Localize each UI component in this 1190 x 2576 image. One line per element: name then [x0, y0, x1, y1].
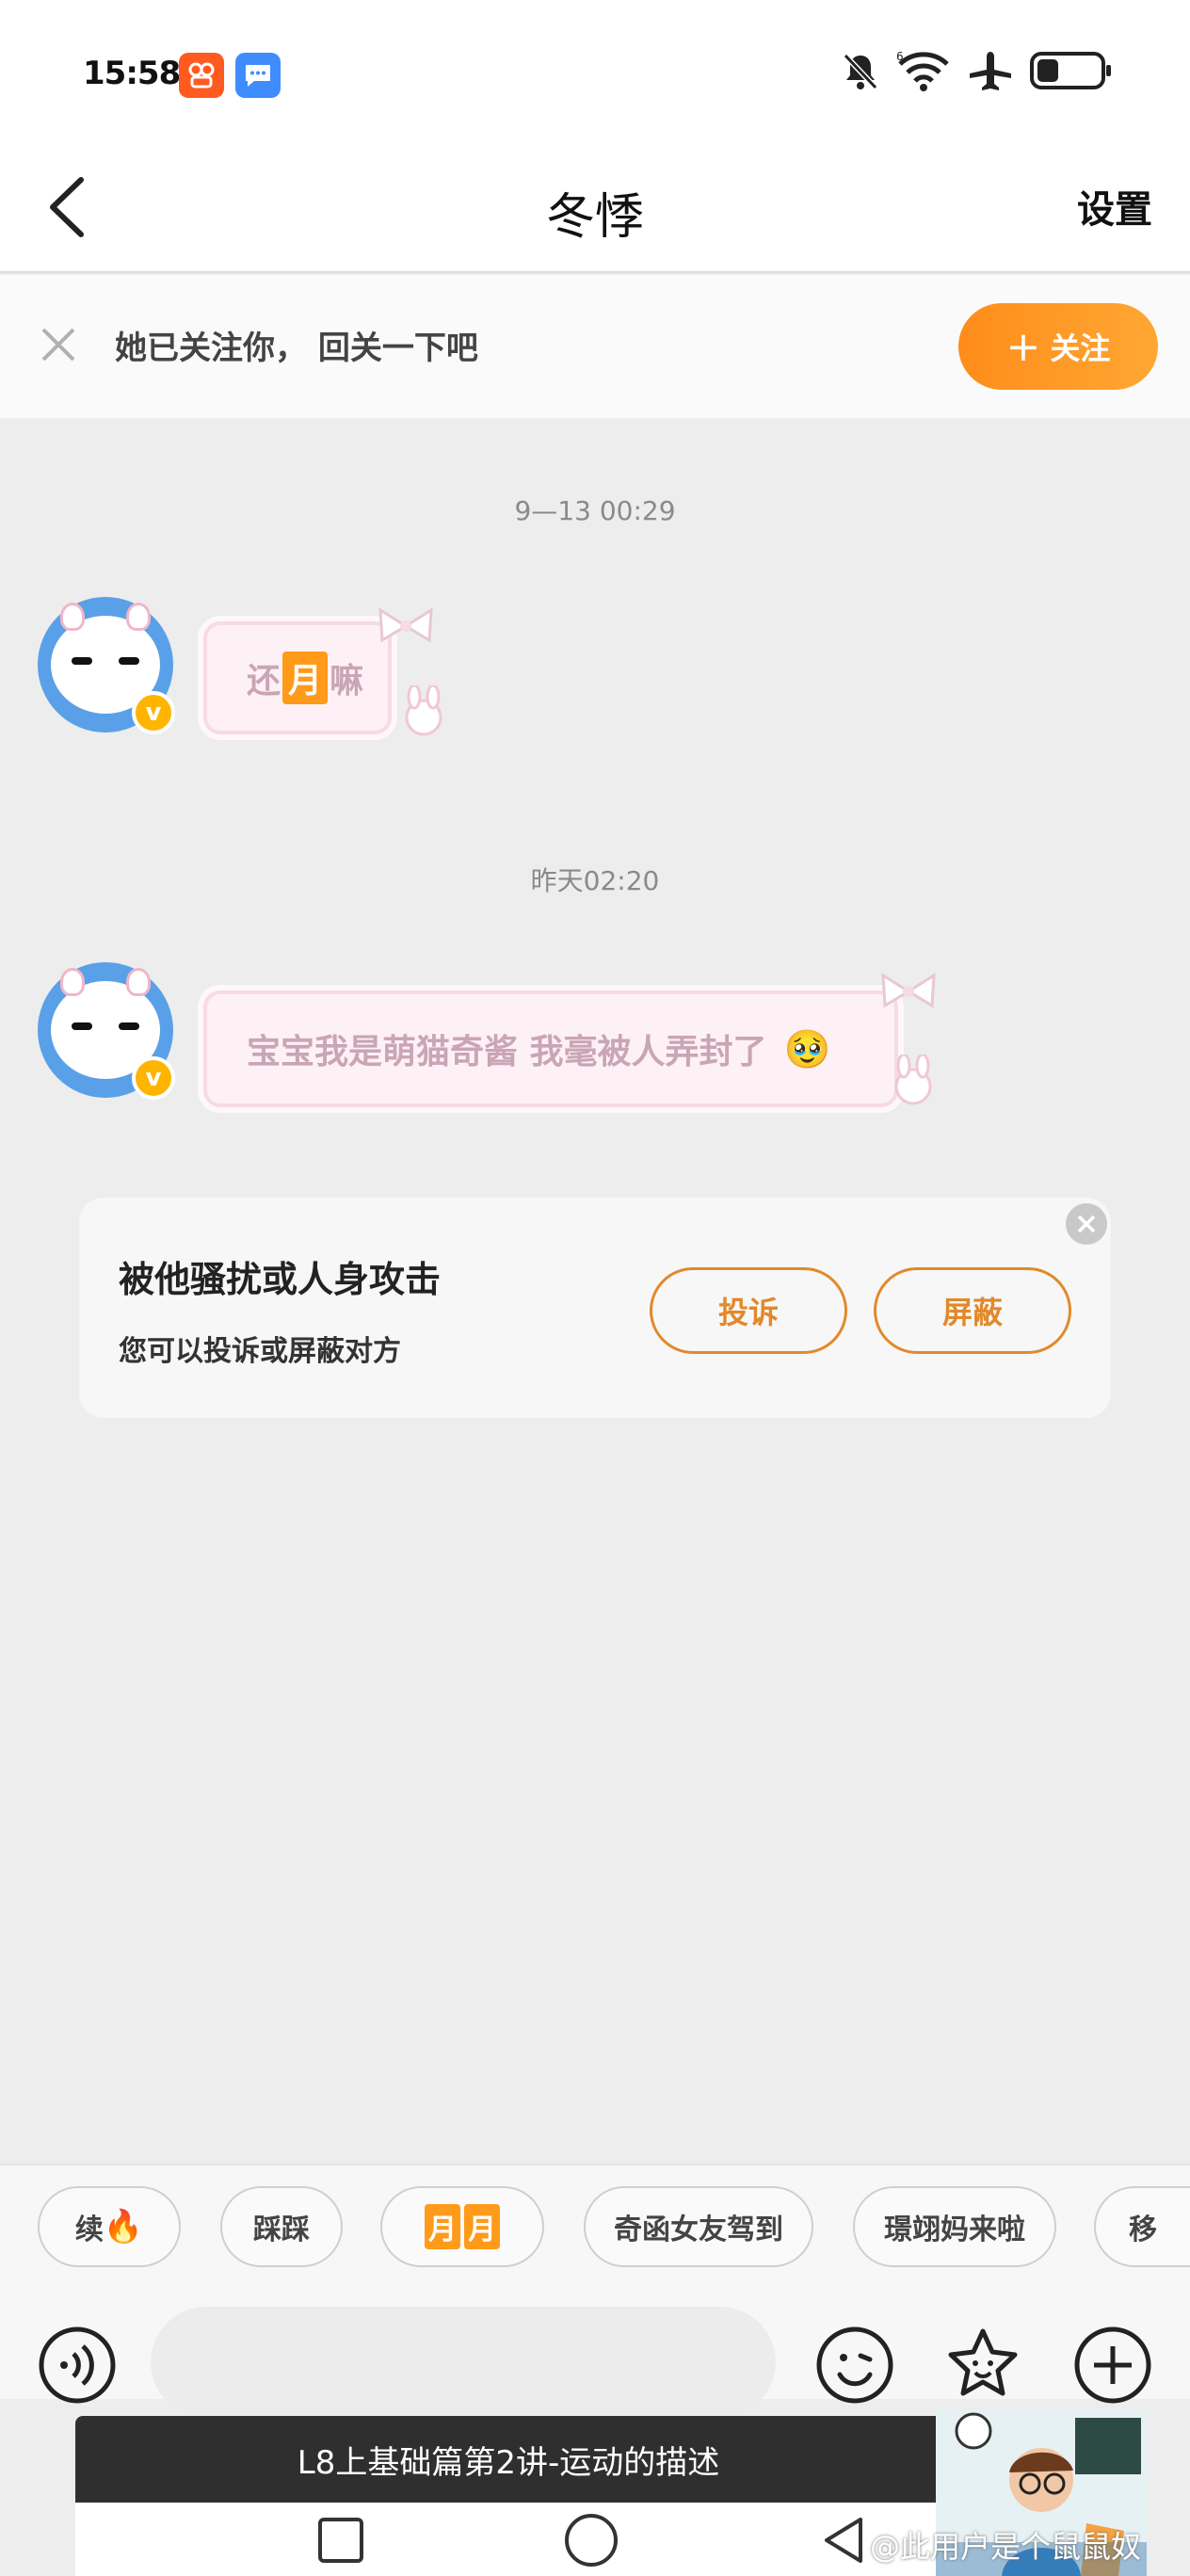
page-title: 冬悸 [545, 189, 644, 246]
battery-icon [1030, 52, 1111, 89]
avatar[interactable]: v [38, 597, 175, 734]
kuaishou-app-icon [179, 53, 224, 98]
report-card-subtitle: 您可以投诉或屏蔽对方 [119, 1335, 401, 1368]
system-navigation-bar [75, 2503, 941, 2576]
message-timestamp: 昨天02:20 [530, 865, 660, 896]
message-input-bar [0, 2286, 1190, 2418]
mute-bell-icon [843, 53, 878, 90]
status-icons: 6 [840, 49, 1111, 92]
recent-apps-button[interactable] [316, 2516, 365, 2565]
wifi-icon: 6 [896, 50, 949, 91]
svg-text:6: 6 [896, 50, 904, 63]
message-bubble[interactable]: 宝宝我是萌猫奇酱 我毫被人弄封了 🥹 [203, 990, 898, 1107]
quick-reply-chip[interactable]: 续 🔥 [38, 2186, 181, 2267]
follow-button-label: 关注 [1050, 330, 1111, 366]
highlight-text: 月 [282, 652, 329, 704]
plus-icon: + [1005, 322, 1041, 371]
harassment-report-card: 被他骚扰或人身攻击 您可以投诉或屏蔽对方 投诉 屏蔽 [79, 1198, 1111, 1418]
quick-reply-chip[interactable]: 璟翊妈来啦 [853, 2186, 1056, 2267]
follow-button[interactable]: + 关注 [958, 303, 1158, 390]
quick-reply-chip[interactable]: 月月 [380, 2186, 544, 2267]
follow-suggestion-bar: 她已关注你， 回关一下吧 + 关注 [0, 275, 1190, 418]
message-bubble[interactable]: 还月嘛 [203, 621, 392, 734]
pleading-face-emoji: 🥹 [783, 1027, 831, 1071]
verified-badge: v [132, 691, 175, 734]
close-icon [1077, 1215, 1096, 1233]
back-nav-button[interactable] [817, 2514, 870, 2567]
quick-reply-chip[interactable]: 踩踩 [220, 2186, 343, 2267]
smiley-icon [816, 2326, 893, 2404]
settings-button[interactable]: 设置 [1077, 179, 1152, 233]
message-text: 宝宝我是萌猫奇酱 我毫被人弄封了 [247, 1033, 767, 1071]
message-input[interactable] [151, 2307, 776, 2418]
emoji-button[interactable] [815, 2326, 894, 2405]
bunny-sticker-icon [894, 1055, 932, 1105]
airplane-icon [970, 52, 1011, 90]
bunny-sticker-icon [405, 685, 442, 736]
close-report-card-button[interactable] [1066, 1203, 1107, 1245]
sticker-button[interactable] [943, 2326, 1022, 2405]
fire-emoji: 🔥 [103, 2208, 144, 2246]
home-button[interactable] [563, 2512, 619, 2568]
star-face-icon [948, 2328, 1018, 2396]
report-card-title: 被他骚扰或人身攻击 [119, 1259, 442, 1300]
follow-back-message: 她已关注你， 回关一下吧 [115, 330, 478, 367]
close-icon [41, 328, 75, 362]
complain-button[interactable]: 投诉 [650, 1267, 847, 1354]
verified-badge: v [132, 1056, 175, 1100]
watermark: @此用户是个鼠鼠奴 [870, 2529, 1142, 2565]
add-more-button[interactable] [1073, 2326, 1152, 2405]
quick-reply-bar: 续 🔥 踩踩 月月 奇函女友驾到 璟翊妈来啦 移 [0, 2164, 1190, 2286]
bow-decoration-icon [378, 607, 433, 643]
message-timestamp: 9—13 00:29 [514, 495, 676, 526]
close-follow-bar-button[interactable] [36, 322, 81, 367]
status-bar: 15:58 6 [0, 0, 1190, 141]
voice-icon [39, 2326, 116, 2404]
avatar[interactable]: v [38, 962, 175, 1100]
plus-circle-icon [1074, 2326, 1151, 2404]
status-time: 15:58 [83, 55, 181, 92]
message-app-icon [235, 53, 281, 98]
chat-header: 冬悸 设置 [0, 141, 1190, 273]
quick-reply-chip[interactable]: 奇函女友驾到 [584, 2186, 813, 2267]
bow-decoration-icon [881, 973, 936, 1008]
block-button[interactable]: 屏蔽 [874, 1267, 1071, 1354]
quick-reply-chip[interactable]: 移 [1094, 2186, 1190, 2267]
voice-button[interactable] [38, 2326, 117, 2405]
course-video-banner[interactable]: L8上基础篇第2讲-运动的描述 [75, 2416, 941, 2503]
